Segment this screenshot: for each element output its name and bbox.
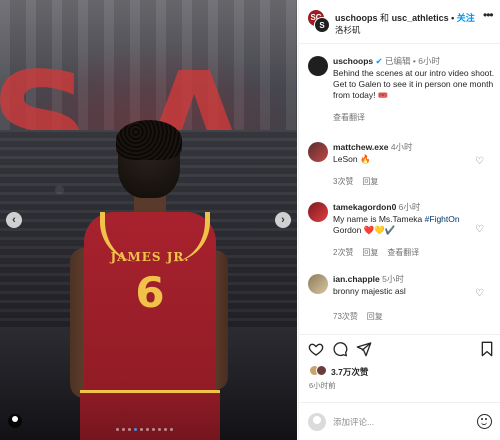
share-send-icon[interactable] <box>356 341 372 357</box>
carousel-indicator <box>116 428 173 431</box>
comment-text-part: My name is Ms.Tameka <box>333 214 425 224</box>
translate-link[interactable]: 查看翻译 <box>333 112 365 123</box>
post-actions: 3.7万次赞 6小时前 <box>299 334 500 394</box>
comments-section: uschoops ✔ 已编辑 • 6小时 Behind the scenes a… <box>299 48 500 332</box>
comment-likes[interactable]: 73次赞 <box>333 312 358 321</box>
comment-text: bronny majestic asl <box>333 286 406 296</box>
post-timestamp[interactable]: 6小时前 <box>309 380 336 391</box>
comment-text: My name is Ms.Tameka #FightOn Gordon ❤️💛… <box>333 214 473 236</box>
bookmark-icon[interactable] <box>479 341 495 357</box>
comment-text: LeSon 🔥 <box>333 154 371 164</box>
jersey-name: JAMES JR. <box>110 250 190 264</box>
like-comment-heart-icon[interactable]: ♡ <box>475 156 484 167</box>
add-comment-bar: 添加评论... <box>299 402 500 440</box>
post-sidebar: SC S uschoops 和 usc_athletics • 关注 洛杉矶 •… <box>298 0 500 440</box>
comment-header: tamekagordon0 6小时 <box>333 202 483 213</box>
comment-text-part: Gordon ❤️💛✔️ <box>333 225 396 235</box>
jersey-number: 6 <box>135 268 165 317</box>
edited-label: 已编辑 <box>385 56 411 66</box>
like-comment-heart-icon[interactable]: ♡ <box>475 288 484 299</box>
avatar[interactable] <box>308 202 328 222</box>
comment-likes[interactable]: 2次赞 <box>333 248 353 257</box>
author-line: uschoops 和 usc_athletics • 关注 <box>335 11 475 24</box>
comment-meta: 3次赞 回复 <box>333 176 378 187</box>
carousel-dot <box>152 428 155 431</box>
avatar <box>316 365 327 376</box>
carousel-dot <box>164 428 167 431</box>
reply-button[interactable]: 回复 <box>367 312 383 321</box>
author-connector: 和 <box>380 13 390 23</box>
comment-meta: 2次赞 回复 查看翻译 <box>333 247 419 258</box>
verified-icon: ✔ <box>375 56 383 66</box>
author-username[interactable]: uschoops <box>335 13 378 23</box>
comment-username[interactable]: tamekagordon0 <box>333 202 396 212</box>
tagged-users-icon[interactable] <box>8 414 22 428</box>
comment-header: ian.chapple 5小时 <box>333 274 483 285</box>
carousel-dot <box>146 428 149 431</box>
comment-username[interactable]: mattchew.exe <box>333 142 388 152</box>
more-options-icon[interactable]: ••• <box>483 8 494 22</box>
author-avatars[interactable]: SC S <box>308 10 330 34</box>
carousel-dot <box>140 428 143 431</box>
liker-avatars[interactable] <box>309 365 329 377</box>
separator-dot: • <box>412 56 416 66</box>
carousel-dot <box>170 428 173 431</box>
comment-header: mattchew.exe 4小时 <box>333 142 483 153</box>
caption-time: 6小时 <box>418 56 441 66</box>
comment-likes[interactable]: 3次赞 <box>333 177 353 186</box>
comment-meta: 73次赞 回复 <box>333 311 383 322</box>
avatar[interactable] <box>308 142 328 162</box>
carousel-dot <box>116 428 119 431</box>
carousel-dot <box>122 428 125 431</box>
player-figure: JAMES JR. 6 <box>70 120 230 440</box>
player-shorts <box>80 390 220 440</box>
like-heart-icon[interactable] <box>308 341 324 357</box>
comment-time: 4小时 <box>390 142 413 152</box>
avatar[interactable]: S <box>314 17 330 33</box>
carousel-dot <box>128 428 131 431</box>
like-comment-heart-icon[interactable]: ♡ <box>475 224 484 235</box>
comment-input[interactable]: 添加评论... <box>333 416 374 428</box>
reply-button[interactable]: 回复 <box>362 248 378 257</box>
comment-time: 5小时 <box>382 274 404 284</box>
follow-button[interactable]: 关注 <box>457 13 475 23</box>
next-arrow-icon[interactable]: › <box>275 212 291 228</box>
comment-bubble-icon[interactable] <box>332 341 348 357</box>
caption-text: Behind the scenes at our intro video sho… <box>333 68 495 100</box>
player-hair <box>116 120 182 160</box>
hashtag-link[interactable]: #FightOn <box>425 214 460 224</box>
emoji-icon[interactable] <box>477 414 492 429</box>
separator-dot: • <box>451 13 455 23</box>
reply-button[interactable]: 回复 <box>362 177 378 186</box>
current-user-avatar <box>308 413 326 431</box>
likes-count[interactable]: 3.7万次赞 <box>331 366 368 378</box>
caption-header: uschoops ✔ 已编辑 • 6小时 <box>333 56 495 67</box>
post-header: SC S uschoops 和 usc_athletics • 关注 洛杉矶 •… <box>299 0 500 44</box>
avatar[interactable] <box>308 56 328 76</box>
previous-arrow-icon[interactable]: ‹ <box>6 212 22 228</box>
carousel-dot <box>134 428 137 431</box>
carousel-dot <box>158 428 161 431</box>
comment-time: 6小时 <box>398 202 421 212</box>
post-media[interactable]: S A JAMES JR. 6 ‹ › <box>0 0 297 440</box>
avatar[interactable] <box>308 274 328 294</box>
location[interactable]: 洛杉矶 <box>335 24 361 36</box>
coauthor-username[interactable]: usc_athletics <box>392 13 449 23</box>
comment-username[interactable]: ian.chapple <box>333 274 380 284</box>
translate-link[interactable]: 查看翻译 <box>387 248 419 257</box>
caption-username[interactable]: uschoops <box>333 56 373 66</box>
